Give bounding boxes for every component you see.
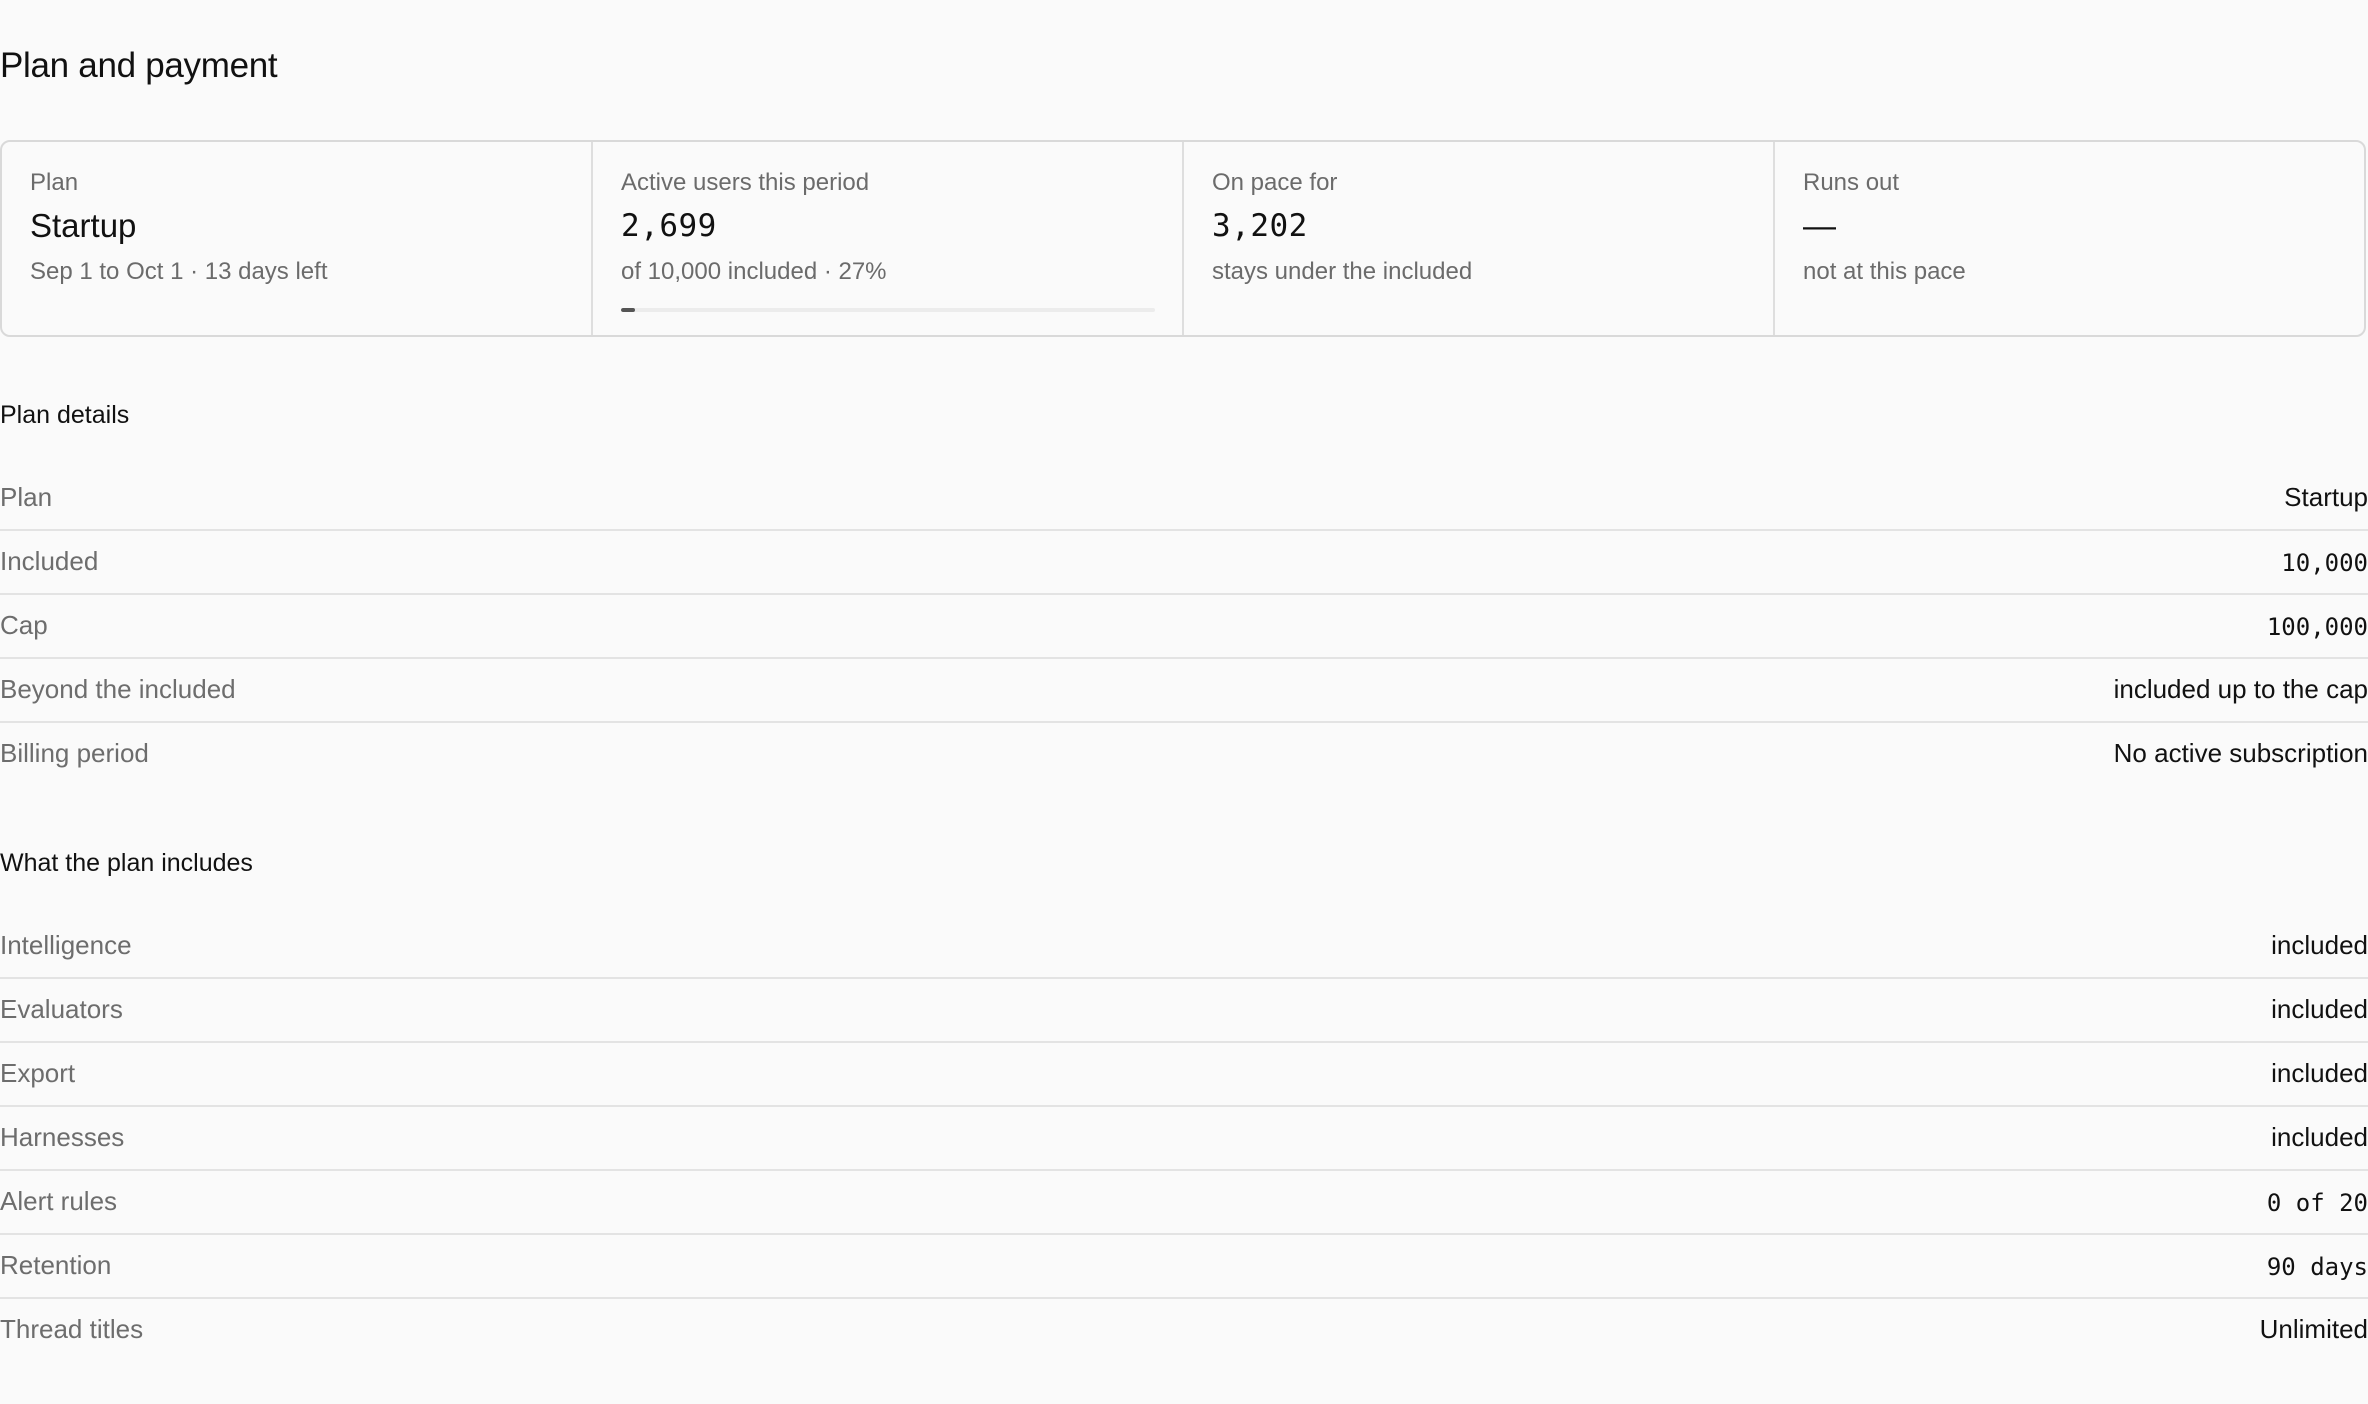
plan-details-row-label: Billing period — [0, 738, 149, 768]
plan-includes-row: Intelligence included — [0, 915, 2368, 979]
plan-details-row: Included 10,000 — [0, 531, 2368, 595]
plan-includes-row-label: Intelligence — [0, 930, 132, 960]
plan-includes-row-label: Retention — [0, 1250, 112, 1280]
stat-active-users-value: 2,699 — [621, 208, 717, 244]
stat-plan: Plan Startup Sep 1 to Oct 1 · 13 days le… — [2, 142, 593, 335]
plan-details-row: Billing period No active subscription — [0, 723, 2368, 787]
plan-details-row-value: No active subscription — [2113, 738, 2368, 768]
stat-plan-value: Startup — [30, 207, 137, 244]
plan-includes-row-value: 0 of 20 — [2266, 1189, 2368, 1217]
plan-details-row: Plan Startup — [0, 467, 2368, 531]
plan-details-row: Cap 100,000 — [0, 595, 2368, 659]
stat-active-users-sub: of 10,000 included · 27% — [621, 258, 887, 285]
plan-details-list: Plan Startup Included 10,000 Cap 100,000 Beyon… — [0, 467, 2368, 787]
plan-includes-row: Alert rules 0 of 20 — [0, 1171, 2368, 1235]
plan-details-row-label: Beyond the included — [0, 674, 236, 704]
plan-includes-row-value: included — [2271, 994, 2368, 1024]
stat-active-users-label: Active users this period — [621, 169, 870, 196]
plan-includes-row: Harnesses included — [0, 1107, 2368, 1171]
plan-details-row-label: Included — [0, 546, 99, 576]
plan-details-row-value: 10,000 — [2281, 549, 2368, 577]
stat-runs-out-value: — — [1803, 207, 1836, 244]
plan-details-row-value: Startup — [2284, 482, 2368, 512]
plan-includes-row-value: included — [2271, 930, 2368, 960]
stat-plan-label: Plan — [30, 169, 79, 196]
stat-runs-out: Runs out — not at this pace — [1775, 142, 2364, 335]
plan-includes-row-label: Thread titles — [0, 1314, 144, 1344]
plan-includes-row: Thread titles Unlimited — [0, 1299, 2368, 1363]
stat-on-pace-label: On pace for — [1212, 169, 1338, 196]
plan-includes-row-value: included — [2271, 1122, 2368, 1152]
plan-includes-row: Export included — [0, 1043, 2368, 1107]
plan-includes-row-value: included — [2271, 1058, 2368, 1088]
plan-details-row-value: 100,000 — [2266, 613, 2368, 641]
plan-includes-row-label: Export — [0, 1058, 76, 1088]
plan-includes-row-label: Alert rules — [0, 1186, 118, 1216]
plan-includes-row-label: Evaluators — [0, 994, 123, 1024]
page-title: Plan and payment — [0, 46, 278, 85]
plan-includes-row-value: 90 days — [2266, 1253, 2368, 1281]
plan-details-row-label: Plan — [0, 482, 53, 512]
plan-details-row-label: Cap — [0, 610, 48, 640]
stat-runs-out-sub: not at this pace — [1803, 258, 1966, 285]
usage-summary-card: Plan Startup Sep 1 to Oct 1 · 13 days le… — [0, 140, 2366, 337]
plan-includes-heading: What the plan includes — [0, 849, 253, 877]
usage-progress-fill — [621, 308, 636, 312]
plan-includes-row-value: Unlimited — [2259, 1314, 2368, 1344]
usage-progress-bar — [621, 308, 1155, 312]
plan-includes-row-label: Harnesses — [0, 1122, 125, 1152]
stat-on-pace: On pace for 3,202 stays under the includ… — [1184, 142, 1775, 335]
plan-details-row-value: included up to the cap — [2113, 674, 2368, 704]
plan-includes-list: Intelligence included Evaluators included Ex… — [0, 915, 2368, 1363]
stat-active-users: Active users this period 2,699 of 10,000… — [593, 142, 1184, 335]
plan-details-row: Beyond the included included up to the ca… — [0, 659, 2368, 723]
plan-includes-row: Retention 90 days — [0, 1235, 2368, 1299]
stat-plan-period: Sep 1 to Oct 1 · 13 days left — [30, 258, 328, 285]
stat-runs-out-label: Runs out — [1803, 169, 1900, 196]
stat-on-pace-sub: stays under the included — [1212, 258, 1473, 285]
stat-on-pace-value: 3,202 — [1212, 208, 1308, 244]
plan-details-heading: Plan details — [0, 401, 130, 429]
plan-includes-row: Evaluators included — [0, 979, 2368, 1043]
